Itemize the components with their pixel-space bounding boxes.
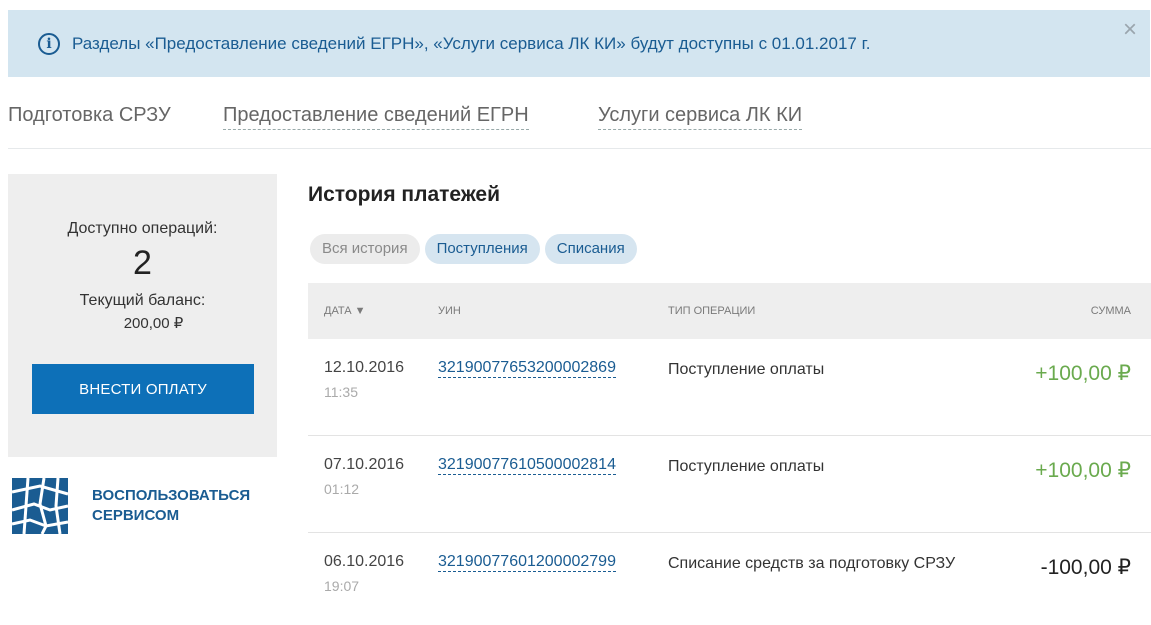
row-time: 11:35 <box>324 384 358 400</box>
row-operation-type: Поступление оплаты <box>668 361 825 378</box>
operations-count: 2 <box>133 244 152 282</box>
info-banner: i Разделы «Предоставление сведений ЕГРН»… <box>8 10 1150 77</box>
nav-divider <box>8 148 1151 149</box>
row-operation-type: Поступление оплаты <box>668 458 825 475</box>
row-date: 06.10.2016 <box>324 553 405 570</box>
use-service-label-line2: СЕРВИСОМ <box>92 507 180 524</box>
row-time: 01:12 <box>324 481 360 497</box>
column-header-amount: СУММА <box>1090 305 1131 317</box>
operations-label: Доступно операций: <box>67 220 218 237</box>
row-uin-link[interactable]: 32190077610500002814 <box>438 456 616 475</box>
use-service-label-line1: ВОСПОЛЬЗОВАТЬСЯ <box>92 487 251 504</box>
filter-all-history[interactable]: Вся история <box>310 234 420 264</box>
row-uin-link[interactable]: 32190077601200002799 <box>438 553 616 572</box>
row-date: 07.10.2016 <box>324 456 405 473</box>
make-payment-button[interactable]: ВНЕСТИ ОПЛАТУ <box>32 364 254 414</box>
row-operation-type: Списание средств за подготовку СРЗУ <box>668 555 956 572</box>
nav-item-egrn[interactable]: Предоставление сведений ЕГРН <box>223 104 529 130</box>
table-row: 06.10.2016 19:07 32190077601200002799 Сп… <box>308 533 1151 625</box>
nav-item-srzu[interactable]: Подготовка СРЗУ <box>8 104 171 127</box>
column-header-type: ТИП ОПЕРАЦИИ <box>668 305 756 317</box>
filter-outgoing[interactable]: Списания <box>544 234 637 264</box>
balance-panel: Доступно операций: 2 Текущий баланс: 200… <box>8 174 277 457</box>
table-row: 07.10.2016 01:12 32190077610500002814 По… <box>308 436 1151 533</box>
close-icon[interactable]: × <box>1120 18 1140 42</box>
nav-item-lk-ki[interactable]: Услуги сервиса ЛК КИ <box>598 104 803 130</box>
row-amount: -100,00 ₽ <box>1040 556 1131 579</box>
payments-table: ДАТА ▼ УИН ТИП ОПЕРАЦИИ СУММА 12.10.2016… <box>308 283 1151 625</box>
page-title: История платежей <box>308 183 501 206</box>
row-time: 19:07 <box>324 578 360 594</box>
column-header-uin: УИН <box>438 305 461 317</box>
row-date: 12.10.2016 <box>324 359 405 376</box>
balance-value: 200,00 ₽ <box>123 315 184 332</box>
row-amount: +100,00 ₽ <box>1035 459 1131 482</box>
info-banner-text: Разделы «Предоставление сведений ЕГРН», … <box>72 34 871 53</box>
row-amount: +100,00 ₽ <box>1035 362 1131 385</box>
history-filters: Вся история Поступления Списания <box>310 234 637 264</box>
table-header: ДАТА ▼ УИН ТИП ОПЕРАЦИИ СУММА <box>308 283 1151 339</box>
balance-label: Текущий баланс: <box>79 292 206 309</box>
row-uin-link[interactable]: 32190077653200002869 <box>438 359 616 378</box>
use-service-link[interactable]: ВОСПОЛЬЗОВАТЬСЯ СЕРВИСОМ <box>10 476 250 536</box>
filter-incoming[interactable]: Поступления <box>424 234 540 264</box>
column-header-date[interactable]: ДАТА ▼ <box>324 305 366 317</box>
info-icon: i <box>38 33 60 55</box>
cadastral-map-icon <box>11 477 69 535</box>
table-row: 12.10.2016 11:35 32190077653200002869 По… <box>308 339 1151 436</box>
